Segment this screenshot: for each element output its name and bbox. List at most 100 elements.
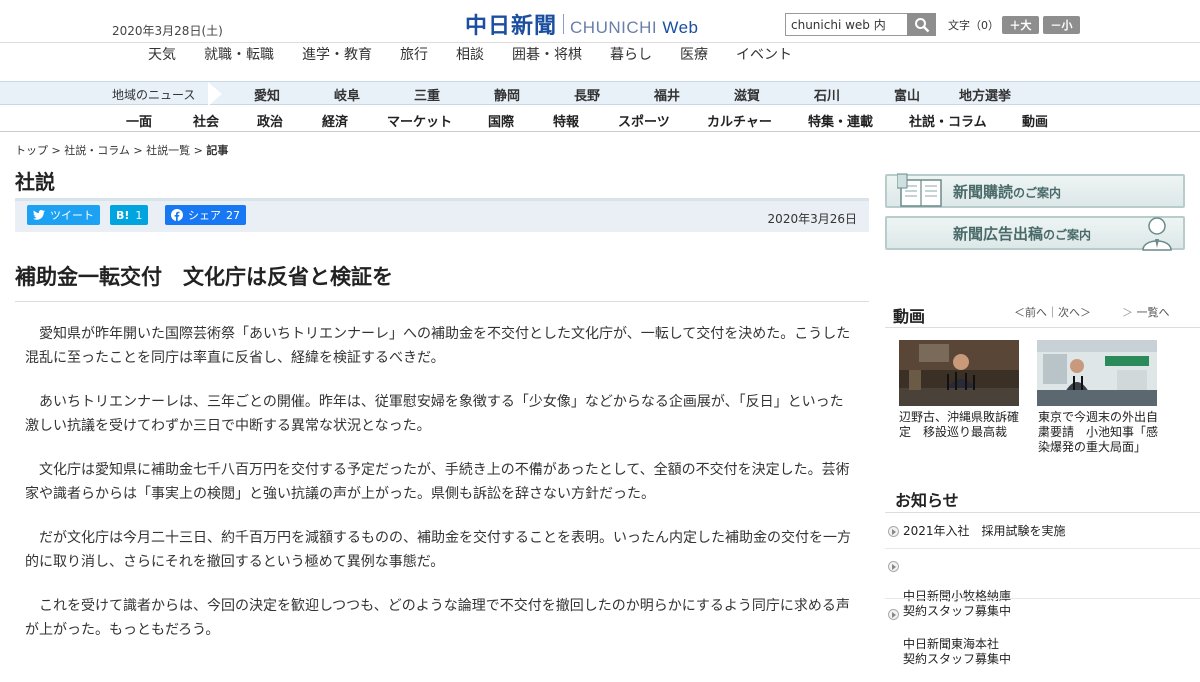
section-international[interactable]: 国際 — [488, 111, 514, 130]
article-headline: 補助金一転交付 文化庁は反省と検証を — [15, 265, 393, 289]
facebook-icon — [171, 209, 183, 221]
current-date: 2020年3月28日(土) — [112, 24, 223, 38]
notice-item[interactable]: 中日新聞東海本社 契約スタッフ募集中 — [888, 607, 1011, 682]
section-society[interactable]: 社会 — [193, 111, 219, 130]
press-conference-image — [899, 340, 1019, 406]
video-caption-2[interactable]: 東京で今週末の外出自粛要請 小池知事「感染爆発の重大局面」 — [1038, 410, 1166, 455]
article-paragraph: これを受けて識者からは、今回の決定を歓迎しつつも、どのような論理で不交付を撤回し… — [25, 598, 850, 638]
chevron-circle-icon — [888, 561, 899, 572]
logo-japanese: 中日新聞 — [465, 14, 558, 39]
region-nav-label: 地域のニュース — [112, 88, 196, 102]
page-title: 社説 — [15, 170, 55, 194]
site-header: 2020年3月28日(土) 中日新聞 CHUNICHI Web 文字（0） ＋大… — [0, 0, 1200, 42]
region-nagano[interactable]: 長野 — [574, 85, 600, 104]
region-nav: 地域のニュース 愛知 岐阜 三重 静岡 長野 福井 滋賀 石川 富山 地方選挙 — [0, 81, 1200, 106]
section-market[interactable]: マーケット — [387, 111, 452, 130]
search-icon — [914, 17, 929, 32]
article-body: 愛知県が昨年開いた国際芸術祭「あいちトリエンナーレ」への補助金を不交付とした文化… — [25, 322, 855, 662]
site-logo[interactable]: 中日新聞 CHUNICHI Web — [465, 8, 699, 40]
region-shiga[interactable]: 滋賀 — [734, 85, 760, 104]
advertising-banner-text: 新聞広告出稿のご案内 — [953, 225, 1092, 243]
cat-item-travel[interactable]: 旅行 — [400, 44, 428, 64]
video-section-title: 動画 — [893, 307, 926, 326]
region-aichi[interactable]: 愛知 — [254, 85, 280, 104]
headline-divider — [15, 301, 869, 302]
section-culture[interactable]: カルチャー — [707, 111, 772, 130]
font-larger-button[interactable]: ＋大 — [1002, 16, 1039, 34]
logo-english: CHUNICHI Web — [570, 18, 699, 37]
article-date: 2020年3月26日 — [767, 212, 857, 226]
article-paragraph: だが文化庁は今月二十三日、約千百万円を減額するものの、補助金を交付することを表明… — [25, 530, 851, 570]
section-editorial[interactable]: 社説・コラム — [909, 111, 987, 130]
newspaper-reading-icon — [897, 173, 942, 207]
notice-item[interactable]: 2021年入社 採用試験を実施 — [888, 524, 1066, 539]
cat-item-weather[interactable]: 天気 — [148, 44, 176, 64]
chevron-circle-icon — [888, 526, 899, 537]
video-thumbnail-1[interactable] — [899, 340, 1019, 406]
font-size-label: 文字（0） — [948, 19, 999, 32]
article-paragraph: あいちトリエンナーレは、三年ごとの開催。昨年は、従軍慰安婦を象徴する「少女像」な… — [25, 394, 844, 434]
logo-divider — [563, 14, 565, 34]
person-icon — [1142, 217, 1172, 251]
video-prev-next[interactable]: ＜前へ｜次へ＞ — [1014, 304, 1091, 320]
hatena-bookmark-button[interactable]: B! 1 — [110, 205, 149, 225]
video-list-link[interactable]: ＞ 一覧へ — [1122, 304, 1170, 320]
region-nav-arrow — [208, 82, 222, 106]
section-nav: 一面 社会 政治 経済 マーケット 国際 特報 スポーツ カルチャー 特集・連載… — [0, 106, 1200, 132]
category-nav-items: 天気 就職・転職 進学・教育 旅行 相談 囲碁・将棋 暮らし 医療 イベント — [0, 44, 1200, 66]
search-input[interactable] — [785, 13, 908, 36]
section-front[interactable]: 一面 — [126, 111, 152, 130]
section-video[interactable]: 動画 — [1022, 111, 1048, 130]
region-toyama[interactable]: 富山 — [894, 85, 920, 104]
section-economy[interactable]: 経済 — [322, 111, 348, 130]
section-features[interactable]: 特集・連載 — [808, 111, 873, 130]
cat-item-medical[interactable]: 医療 — [680, 44, 708, 64]
cat-item-jobs[interactable]: 就職・転職 — [204, 44, 274, 64]
notice-separator — [885, 548, 1200, 549]
share-bar: ツイート B! 1 シェア 27 2020年3月26日 — [15, 198, 869, 232]
notice-divider — [885, 512, 1200, 513]
cat-item-go-shogi[interactable]: 囲碁・将棋 — [512, 44, 582, 64]
advertising-banner[interactable]: 新聞広告出稿のご案内 — [885, 216, 1185, 251]
region-fukui[interactable]: 福井 — [654, 85, 680, 104]
tweet-label: ツイート — [50, 209, 94, 222]
section-politics[interactable]: 政治 — [257, 111, 283, 130]
region-ishikawa[interactable]: 石川 — [814, 85, 840, 104]
breadcrumb-editorial-list[interactable]: 社説一覧 — [146, 144, 190, 157]
region-mie[interactable]: 三重 — [414, 85, 440, 104]
notice-separator — [885, 598, 1200, 599]
subscription-banner-text: 新聞購読のご案内 — [953, 183, 1062, 201]
video-caption-1[interactable]: 辺野古、沖縄県敗訴確定 移設巡り最高裁 — [899, 410, 1027, 440]
video-divider — [885, 327, 1200, 328]
region-local-election[interactable]: 地方選挙 — [959, 85, 1011, 104]
twitter-icon — [33, 210, 45, 220]
hatena-icon: B! — [116, 208, 130, 222]
subscription-banner[interactable]: 新聞購読のご案内 — [885, 173, 1185, 208]
region-gifu[interactable]: 岐阜 — [334, 85, 360, 104]
video-thumbnail-2[interactable] — [1037, 340, 1157, 406]
facebook-share-button[interactable]: シェア 27 — [165, 205, 246, 225]
font-smaller-button[interactable]: －小 — [1043, 16, 1080, 34]
cat-item-events[interactable]: イベント — [736, 44, 792, 64]
section-tokuho[interactable]: 特報 — [553, 111, 579, 130]
region-shizuoka[interactable]: 静岡 — [494, 85, 520, 104]
breadcrumb-current: 記事 — [206, 144, 229, 157]
notice-section-title: お知らせ — [895, 491, 959, 510]
chevron-right-icon: ＞ — [1122, 306, 1133, 319]
cat-item-education[interactable]: 進学・教育 — [302, 44, 372, 64]
breadcrumb-editorial[interactable]: 社説・コラム — [64, 144, 130, 157]
press-conference-image — [1037, 340, 1157, 406]
article-paragraph: 愛知県が昨年開いた国際芸術祭「あいちトリエンナーレ」への補助金を不交付とした文化… — [25, 326, 851, 366]
chevron-circle-icon — [888, 609, 899, 620]
cat-item-consult[interactable]: 相談 — [456, 44, 484, 64]
facebook-label: シェア — [188, 209, 221, 222]
section-sports[interactable]: スポーツ — [618, 111, 670, 130]
breadcrumb-top[interactable]: トップ — [15, 144, 48, 157]
cat-item-living[interactable]: 暮らし — [610, 44, 652, 64]
tweet-button[interactable]: ツイート — [27, 205, 100, 225]
breadcrumb: トップ > 社説・コラム > 社説一覧 > 記事 — [15, 144, 229, 157]
hatena-count: 1 — [135, 208, 143, 222]
article-paragraph: 文化庁は愛知県に補助金七千八百万円を交付する予定だったが、手続き上の不備があった… — [25, 462, 850, 502]
facebook-count: 27 — [226, 208, 240, 222]
search-button[interactable] — [907, 13, 936, 36]
